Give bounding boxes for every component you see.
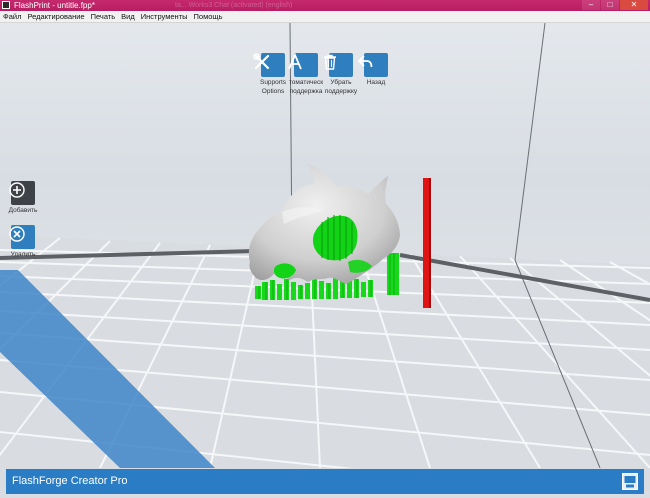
menu-tools[interactable]: Инструменты	[138, 11, 191, 22]
app-icon	[2, 1, 10, 9]
auto-support-tool[interactable]: томатическ поддержка	[286, 53, 326, 95]
menu-bar: Файл Редактирование Печать Вид Инструмен…	[0, 11, 650, 23]
menu-view[interactable]: Вид	[118, 11, 138, 22]
remove-button[interactable]	[9, 225, 35, 249]
window-title: FlashPrint - untitle.fpp*	[14, 1, 95, 10]
background-window-title: ta... Works3 Chat (activated) (english)	[175, 2, 293, 9]
auto-support-label-1: томатическ	[288, 79, 324, 86]
add-label: Добавить	[8, 207, 38, 214]
close-circle-icon	[9, 226, 25, 242]
supports-options-button[interactable]	[253, 53, 285, 77]
auto-support-label-2: поддержка	[289, 88, 323, 95]
status-bar: FlashForge Creator Pro	[6, 469, 644, 494]
menu-file[interactable]: Файл	[0, 11, 24, 22]
printer-machine-icon[interactable]	[622, 473, 638, 490]
remove-support-button[interactable]	[324, 53, 353, 77]
plus-circle-icon	[9, 182, 25, 198]
add-tool[interactable]: Добавить	[8, 181, 38, 214]
back-button[interactable]	[358, 53, 388, 77]
undo-arrow-icon	[358, 55, 373, 68]
close-button[interactable]: ✕	[620, 0, 648, 10]
add-button[interactable]	[9, 181, 35, 205]
remove-label: Удалить	[10, 251, 36, 258]
title-bar: FlashPrint - untitle.fpp* ta... Works3 C…	[0, 0, 650, 11]
3d-viewport[interactable]: Supports Options томатическ поддержка Уб…	[0, 23, 650, 468]
printer-name: FlashForge Creator Pro	[12, 475, 128, 487]
remove-tool[interactable]: Удалить	[8, 225, 38, 258]
back-tool[interactable]: Назад	[356, 53, 396, 86]
window-controls: – □ ✕	[582, 0, 648, 10]
maximize-button[interactable]: □	[601, 0, 619, 10]
auto-support-a-icon	[288, 53, 302, 70]
trash-icon	[324, 54, 336, 70]
remove-support-label-2: поддержку	[324, 88, 358, 95]
back-label: Назад	[366, 79, 386, 86]
wrench-screwdriver-icon	[253, 53, 270, 70]
menu-edit[interactable]: Редактирование	[24, 11, 87, 22]
remove-support-tool[interactable]: Убрать поддержку	[321, 53, 361, 95]
minimize-button[interactable]: –	[582, 0, 600, 10]
menu-help[interactable]: Помощь	[191, 11, 226, 22]
remove-support-label-1: Убрать	[330, 79, 352, 86]
menu-print[interactable]: Печать	[88, 11, 119, 22]
auto-support-button[interactable]	[288, 53, 318, 77]
